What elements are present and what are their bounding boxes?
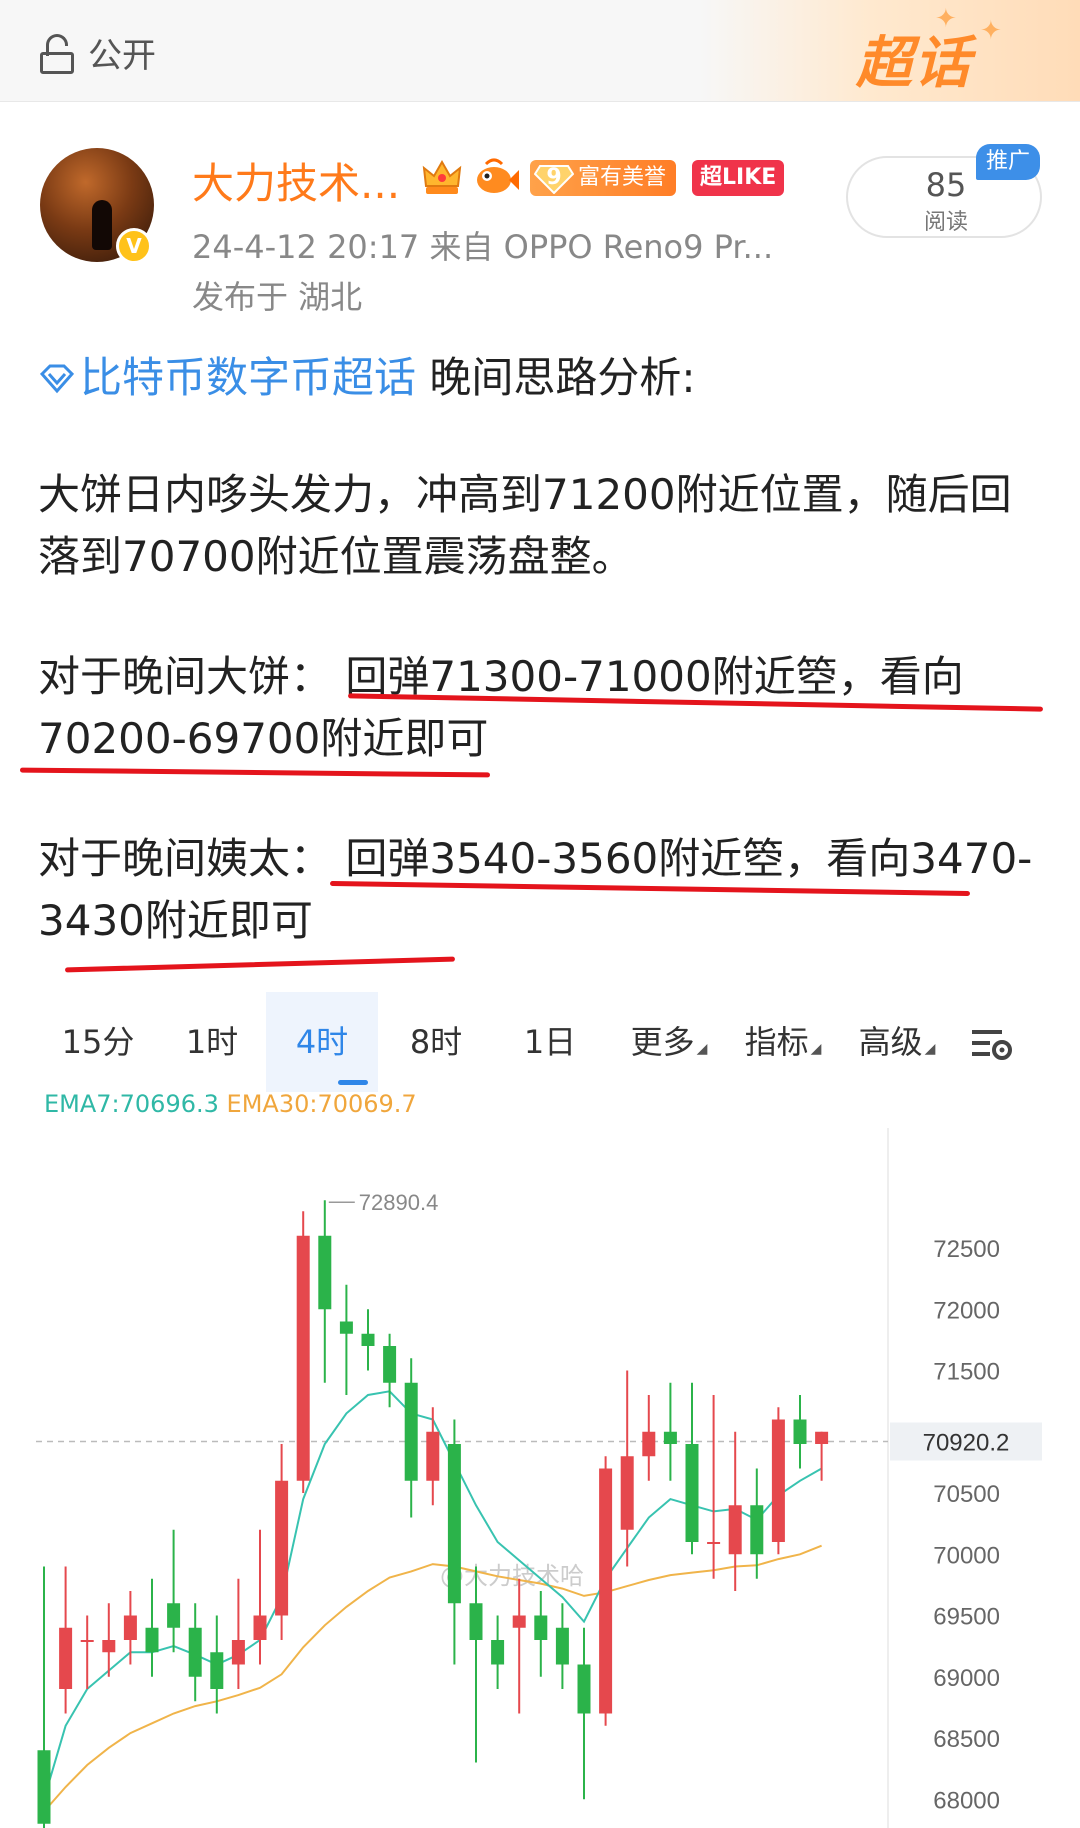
avatar-figure <box>92 200 112 250</box>
candle-body <box>210 1652 224 1689</box>
candle-body <box>296 1235 310 1481</box>
honor-level: 9 <box>546 165 562 190</box>
candle-body <box>426 1431 440 1481</box>
fish-badge-icon[interactable] <box>472 156 520 200</box>
candle-body <box>750 1505 764 1555</box>
candle-body <box>663 1431 677 1444</box>
candle-body <box>37 1750 51 1824</box>
candle-body <box>102 1640 116 1653</box>
y-tick-label: 69000 <box>933 1665 1000 1692</box>
candle-body <box>599 1468 613 1714</box>
y-tick-label: 71500 <box>933 1359 1000 1386</box>
caret-down-icon: ◢ <box>696 1041 708 1057</box>
tab-indicators[interactable]: 指标 ◢ <box>728 992 838 1092</box>
y-tick-label: 72500 <box>933 1236 1000 1263</box>
ema7-label: EMA7:70696.3 <box>44 1090 219 1118</box>
candlestick-chart[interactable]: 72500 72000 71500 70500 70000 69500 69000 68500… <box>0 1118 1080 1828</box>
candle-body <box>620 1456 634 1530</box>
top-bar: 公开 ✦ ✦ 超话 <box>0 0 1080 102</box>
candle-body <box>491 1640 505 1665</box>
candle-body <box>361 1333 375 1346</box>
candle-body <box>404 1382 418 1481</box>
tab-indicators-label: 指标 <box>744 1023 809 1061</box>
honor-badge[interactable]: 9 富有美誉 <box>530 160 677 196</box>
visibility-label: 公开 <box>88 36 156 76</box>
current-price-label: 70920.2 <box>923 1430 1010 1457</box>
y-tick-label: 68500 <box>933 1726 1000 1753</box>
candle-body <box>555 1627 569 1665</box>
super-like-badge[interactable]: 超LIKE <box>692 160 785 196</box>
chart-settings-icon[interactable] <box>968 1024 1018 1064</box>
caret-down-icon: ◢ <box>810 1041 822 1057</box>
candle-body <box>59 1627 73 1689</box>
topic-rest: 晚间思路分析: <box>416 353 696 402</box>
candle-body <box>707 1542 721 1544</box>
honor-label: 富有美誉 <box>578 165 667 190</box>
candle-body <box>771 1419 785 1542</box>
super-topic-logo[interactable]: 超话 <box>856 18 972 99</box>
author-name[interactable]: 大力技术... <box>192 150 400 211</box>
post-meta: 24-4-12 20:17 来自 OPPO Reno9 Pr... <box>192 228 774 266</box>
avatar[interactable]: V <box>40 148 154 264</box>
red-underline <box>65 956 455 973</box>
high-marker-label: 72890.4 <box>359 1190 439 1215</box>
active-tab-indicator <box>338 1080 368 1085</box>
tab-4h[interactable]: 4时 <box>266 992 378 1092</box>
ema30-line <box>43 1544 822 1813</box>
candle-body <box>642 1431 656 1457</box>
candle-body <box>123 1615 137 1640</box>
candle-body <box>383 1346 397 1383</box>
candle-body <box>728 1505 742 1555</box>
candle-body <box>685 1444 699 1542</box>
tab-1d[interactable]: 1日 <box>500 992 600 1092</box>
tab-advanced[interactable]: 高级 ◢ <box>842 992 952 1092</box>
caret-down-icon: ◢ <box>924 1041 936 1057</box>
candle-body <box>815 1431 829 1444</box>
candle-body <box>534 1615 548 1640</box>
sparkle-icon: ✦ <box>980 16 1002 46</box>
candle-body <box>188 1627 202 1677</box>
y-tick-label: 70500 <box>933 1481 1000 1508</box>
tab-more[interactable]: 更多 ◢ <box>614 992 724 1092</box>
read-label: 阅读 <box>923 210 968 235</box>
candle-body <box>145 1627 159 1653</box>
y-tick-label: 68000 <box>933 1787 1000 1814</box>
chart-watermark: @大力技术哈 <box>440 1562 584 1590</box>
candle-body <box>469 1603 483 1640</box>
candle-body <box>253 1615 267 1640</box>
y-tick-label: 72000 <box>933 1297 1000 1324</box>
tab-8h[interactable]: 8时 <box>386 992 486 1092</box>
topic-line: 比特币数字币超话 晚间思路分析: <box>38 344 696 405</box>
candle-body <box>275 1480 289 1616</box>
candle-body <box>318 1235 332 1310</box>
candle-body <box>577 1664 591 1714</box>
candle-body <box>512 1615 526 1628</box>
tab-1h[interactable]: 1时 <box>162 992 262 1092</box>
candle-body <box>167 1603 181 1628</box>
ema30-label: EMA30:70069.7 <box>226 1090 417 1118</box>
promo-tag: 推广 <box>976 144 1041 180</box>
chart-timeframe-tabs: 15分 1时 4时 8时 1日 更多 ◢ 指标 ◢ 高级 ◢ <box>38 992 1048 1092</box>
analysis-paragraph-1: 大饼日内哆头发力，冲高到71200附近位置，随后回落到70700附近位置震荡盘整… <box>38 470 1012 581</box>
super-topic-diamond-icon <box>39 364 75 394</box>
y-tick-label: 70000 <box>933 1542 1000 1569</box>
ema-legend: EMA7:70696.3 EMA30:70069.7 <box>44 1090 417 1118</box>
candle-body <box>447 1444 461 1604</box>
y-tick-label: 69500 <box>933 1604 1000 1631</box>
candle-body <box>80 1640 94 1642</box>
tab-more-label: 更多 <box>630 1023 695 1061</box>
visibility-toggle[interactable]: 公开 <box>38 28 156 77</box>
tab-advanced-label: 高级 <box>858 1023 923 1061</box>
verified-badge-icon: V <box>116 228 152 264</box>
crown-icon[interactable] <box>420 156 464 200</box>
candle-body <box>231 1640 245 1665</box>
tab-15m[interactable]: 15分 <box>48 992 148 1092</box>
candle-body <box>339 1321 353 1334</box>
candle-body <box>793 1419 807 1444</box>
topic-link[interactable]: 比特币数字币超话 <box>80 353 416 402</box>
unlock-icon <box>38 32 78 74</box>
post-location: 发布于 湖北 <box>192 278 363 316</box>
